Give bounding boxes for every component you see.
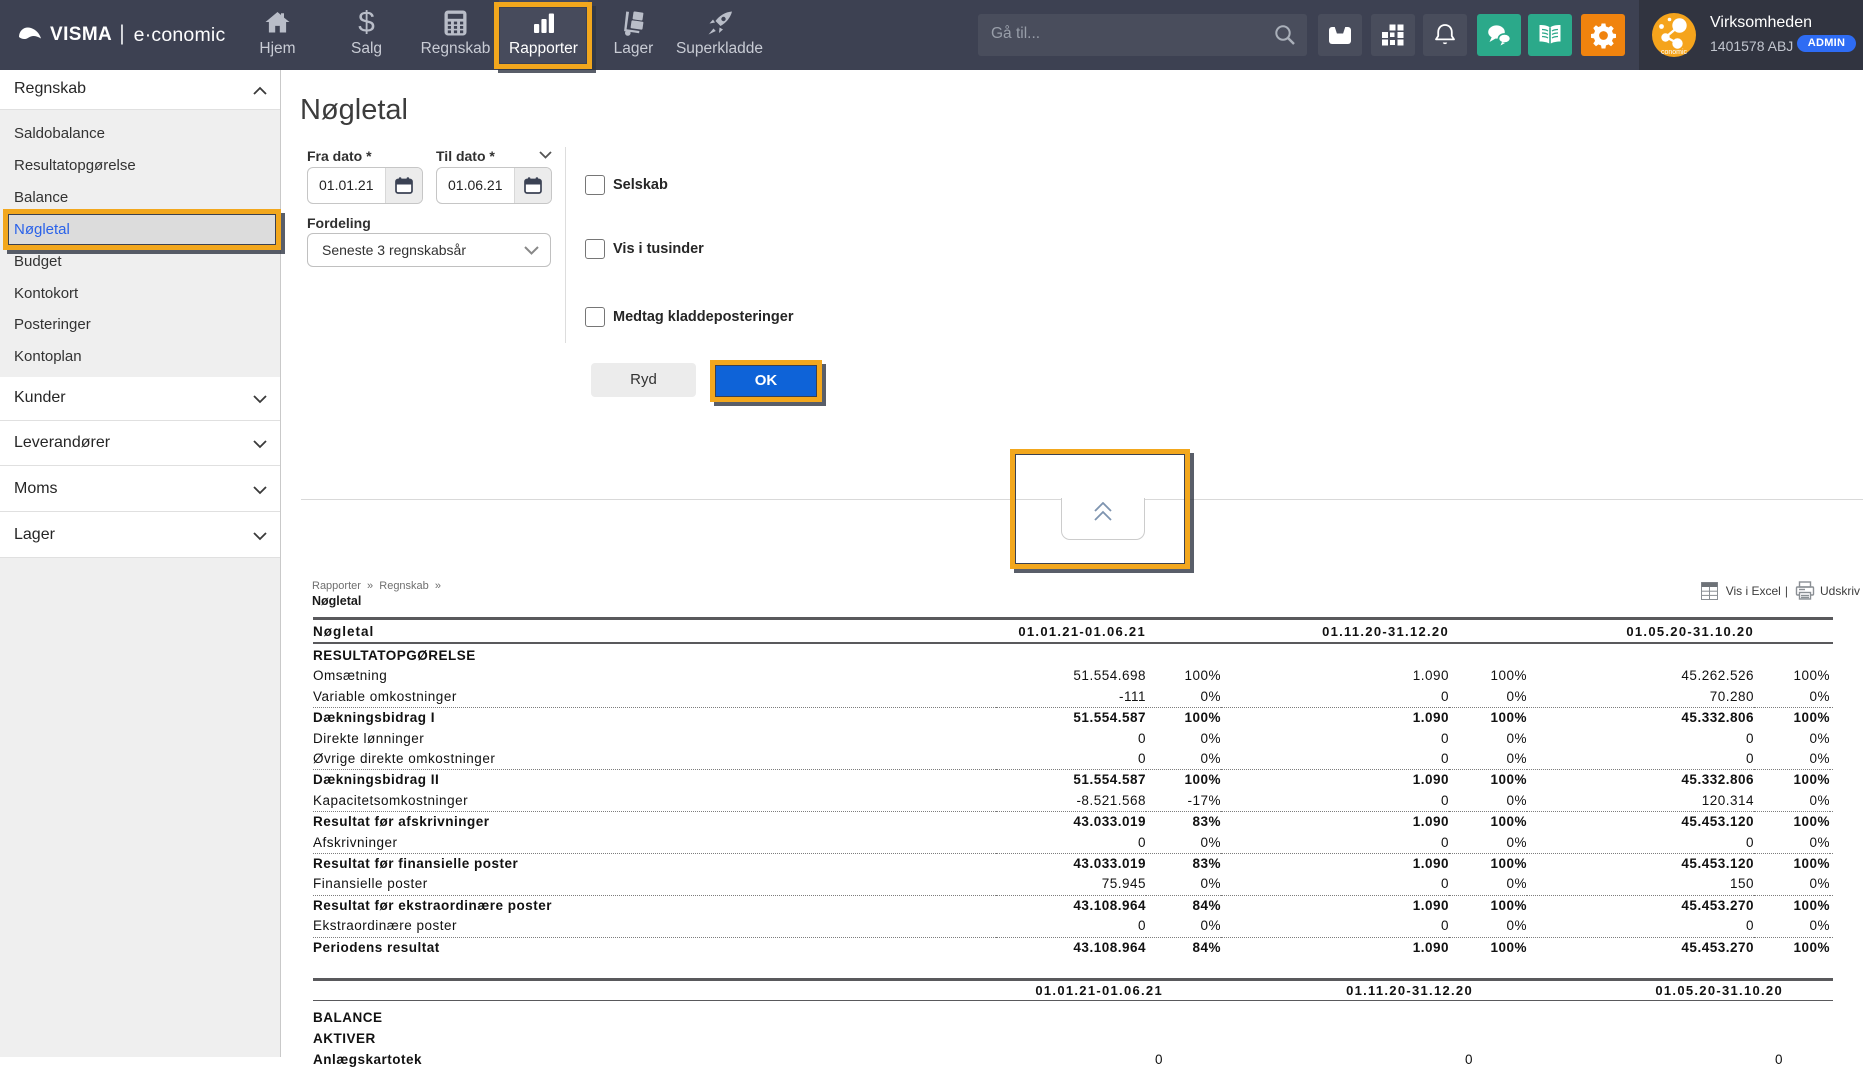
svg-text:conomic: conomic (1661, 49, 1688, 56)
